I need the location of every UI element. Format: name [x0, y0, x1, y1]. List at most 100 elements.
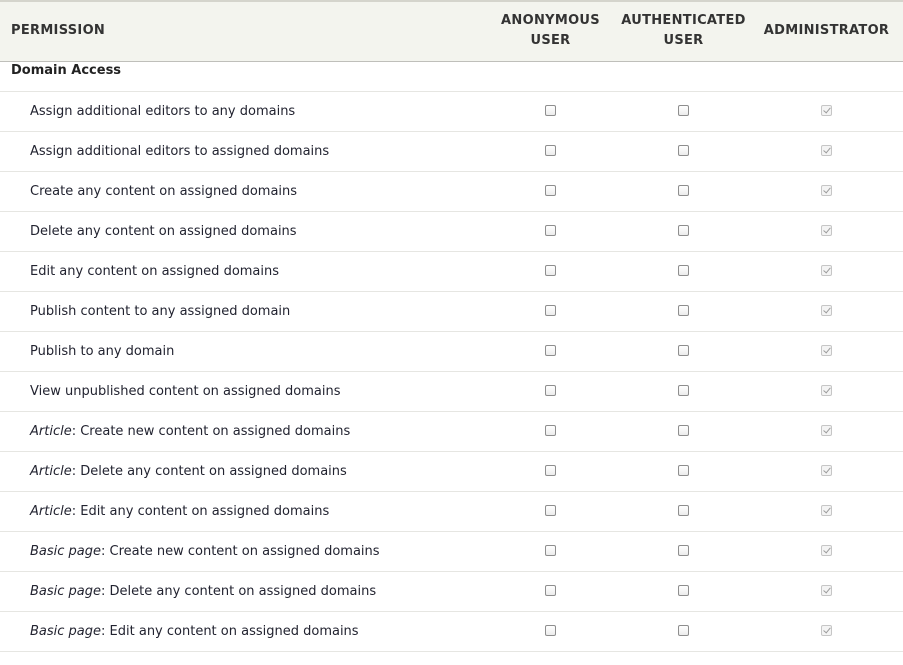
anonymous-user-checkbox[interactable]	[545, 544, 556, 556]
permission-text: Edit any content on assigned domains	[30, 263, 280, 279]
permission-row: Basic page: Edit any content on assigned…	[0, 611, 903, 652]
authenticated-cell	[617, 611, 750, 652]
anonymous-cell	[484, 531, 617, 572]
anonymous-user-checkbox[interactable]	[545, 144, 556, 156]
permission-text: Assign additional editors to assigned do…	[30, 143, 330, 159]
anonymous-user-checkbox[interactable]	[545, 624, 556, 636]
administrator-cell	[750, 331, 903, 372]
permission-text: View unpublished content on assigned dom…	[30, 383, 341, 399]
permission-text: Assign additional editors to any domains	[30, 103, 296, 119]
administrator-checkbox	[821, 224, 832, 236]
content-type-name: Basic page	[30, 583, 102, 599]
content-type-name: Basic page	[30, 543, 102, 559]
module-name: Domain Access	[0, 61, 903, 92]
permission-text: : Create new content on assigned domains	[71, 423, 351, 439]
administrator-checkbox	[821, 504, 832, 516]
authenticated-cell	[617, 131, 750, 172]
anonymous-user-checkbox[interactable]	[545, 584, 556, 596]
permission-text: : Edit any content on assigned domains	[71, 503, 330, 519]
permission-text: Publish content to any assigned domain	[30, 303, 291, 319]
authenticated-user-checkbox[interactable]	[678, 144, 689, 156]
module-row-domain-access: Domain Access	[0, 61, 903, 92]
administrator-checkbox	[821, 264, 832, 276]
content-type-name: Article	[30, 423, 72, 439]
anonymous-cell	[484, 131, 617, 172]
authenticated-cell	[617, 331, 750, 372]
permission-text: Create any content on assigned domains	[30, 183, 298, 199]
administrator-cell	[750, 491, 903, 532]
anonymous-cell	[484, 171, 617, 212]
permission-label: Basic page: Create new content on assign…	[0, 531, 484, 572]
permission-text: : Delete any content on assigned domains	[71, 463, 347, 479]
authenticated-user-checkbox[interactable]	[678, 464, 689, 476]
permission-row: Delete any content on assigned domains	[0, 211, 903, 252]
anonymous-user-checkbox[interactable]	[545, 384, 556, 396]
permission-row: Edit any content on assigned domains	[0, 251, 903, 292]
permission-label: Edit any content on assigned domains	[0, 251, 484, 292]
anonymous-user-checkbox[interactable]	[545, 264, 556, 276]
authenticated-user-checkbox[interactable]	[678, 264, 689, 276]
administrator-cell	[750, 451, 903, 492]
administrator-checkbox	[821, 104, 832, 116]
authenticated-cell	[617, 411, 750, 452]
authenticated-user-checkbox[interactable]	[678, 584, 689, 596]
header-row: PERMISSION ANONYMOUS USER AUTHENTICATED …	[0, 0, 903, 62]
anonymous-user-checkbox[interactable]	[545, 344, 556, 356]
administrator-cell	[750, 131, 903, 172]
content-type-name: Article	[30, 503, 72, 519]
administrator-cell	[750, 91, 903, 132]
authenticated-cell	[617, 291, 750, 332]
administrator-cell	[750, 211, 903, 252]
authenticated-cell	[617, 571, 750, 612]
permission-row: Create any content on assigned domains	[0, 171, 903, 212]
permission-label: Article: Delete any content on assigned …	[0, 451, 484, 492]
authenticated-cell	[617, 171, 750, 212]
anonymous-cell	[484, 251, 617, 292]
administrator-checkbox	[821, 624, 832, 636]
administrator-checkbox	[821, 344, 832, 356]
anonymous-user-checkbox[interactable]	[545, 504, 556, 516]
permission-row: Article: Create new content on assigned …	[0, 411, 903, 452]
authenticated-user-checkbox[interactable]	[678, 184, 689, 196]
anonymous-cell	[484, 411, 617, 452]
authenticated-user-checkbox[interactable]	[678, 104, 689, 116]
authenticated-user-checkbox[interactable]	[678, 384, 689, 396]
administrator-cell	[750, 371, 903, 412]
permission-row: Publish content to any assigned domain	[0, 291, 903, 332]
permission-label: Create any content on assigned domains	[0, 171, 484, 212]
anonymous-cell	[484, 371, 617, 412]
administrator-checkbox	[821, 424, 832, 436]
administrator-cell	[750, 531, 903, 572]
authenticated-user-checkbox[interactable]	[678, 504, 689, 516]
anonymous-user-checkbox[interactable]	[545, 304, 556, 316]
anonymous-user-checkbox[interactable]	[545, 464, 556, 476]
authenticated-user-checkbox[interactable]	[678, 624, 689, 636]
anonymous-cell	[484, 331, 617, 372]
permission-row: Article: Delete any content on assigned …	[0, 451, 903, 492]
permission-text: Publish to any domain	[30, 343, 175, 359]
permission-row: Article: Edit any content on assigned do…	[0, 491, 903, 532]
permission-label: Assign additional editors to assigned do…	[0, 131, 484, 172]
permission-label: Article: Edit any content on assigned do…	[0, 491, 484, 532]
anonymous-user-checkbox[interactable]	[545, 104, 556, 116]
authenticated-user-checkbox[interactable]	[678, 424, 689, 436]
permission-text: Delete any content on assigned domains	[30, 223, 297, 239]
authenticated-user-checkbox[interactable]	[678, 544, 689, 556]
authenticated-user-checkbox[interactable]	[678, 304, 689, 316]
anonymous-user-checkbox[interactable]	[545, 424, 556, 436]
permission-label: Basic page: Edit any content on assigned…	[0, 611, 484, 652]
table-header: PERMISSION ANONYMOUS USER AUTHENTICATED …	[0, 0, 903, 62]
anonymous-cell	[484, 291, 617, 332]
anonymous-header-line1: ANONYMOUS	[501, 13, 600, 29]
authenticated-user-checkbox[interactable]	[678, 344, 689, 356]
authenticated-cell	[617, 531, 750, 572]
administrator-checkbox	[821, 384, 832, 396]
permission-text: : Delete any content on assigned domains	[101, 583, 377, 599]
authenticated-user-checkbox[interactable]	[678, 224, 689, 236]
administrator-checkbox	[821, 304, 832, 316]
anonymous-user-checkbox[interactable]	[545, 184, 556, 196]
administrator-checkbox	[821, 144, 832, 156]
administrator-checkbox	[821, 544, 832, 556]
anonymous-cell	[484, 611, 617, 652]
anonymous-user-checkbox[interactable]	[545, 224, 556, 236]
